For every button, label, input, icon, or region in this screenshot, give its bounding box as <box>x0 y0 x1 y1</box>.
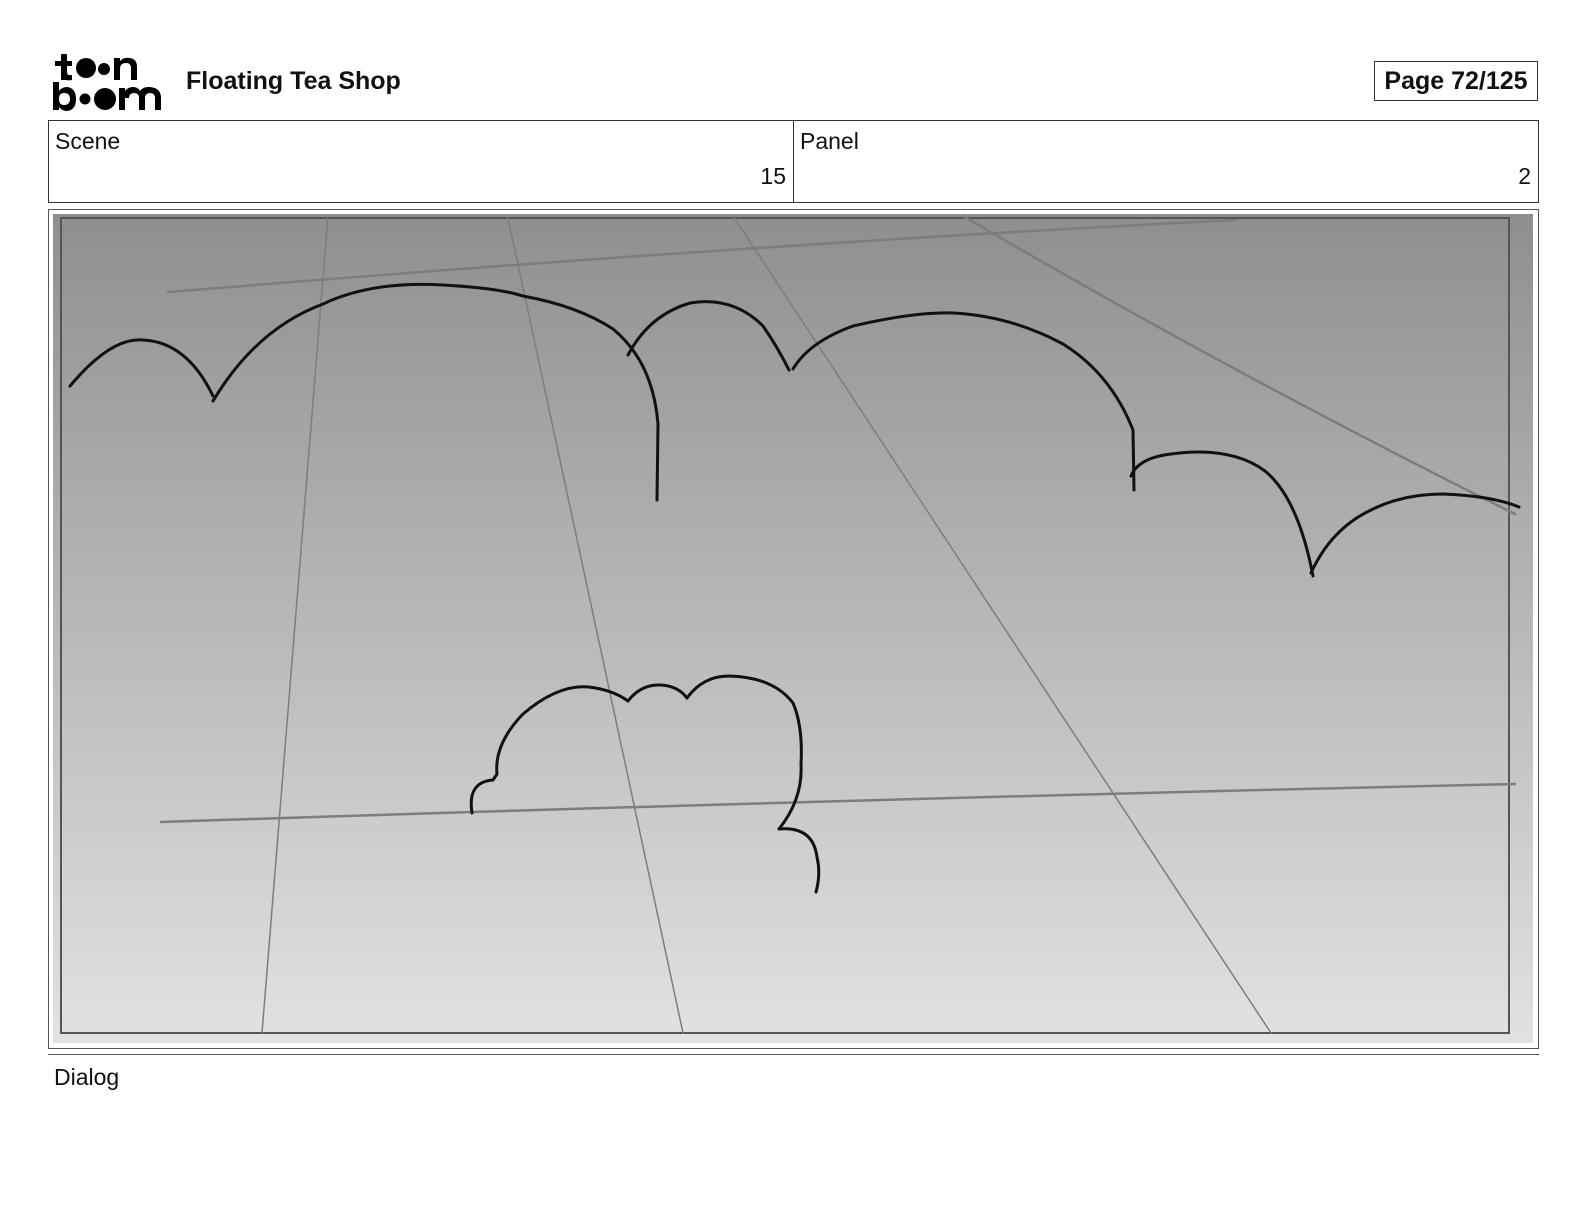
panel-background <box>53 214 1533 1043</box>
dialog-label: Dialog <box>54 1064 120 1090</box>
dialog-divider <box>48 1054 1539 1055</box>
project-title: Floating Tea Shop <box>186 67 401 95</box>
panel-cell: Panel 2 <box>793 121 1538 202</box>
scene-cell: Scene 15 <box>49 121 793 202</box>
toonboom-logo-icon <box>53 54 161 111</box>
scene-panel-info: Scene 15 Panel 2 <box>48 120 1539 203</box>
page-indicator: Page 72/125 <box>1374 61 1538 101</box>
scene-number: 15 <box>760 163 786 189</box>
storyboard-panel <box>48 209 1539 1049</box>
panel-number: 2 <box>1518 163 1531 189</box>
panel-label: Panel <box>800 128 859 154</box>
panel-sketch <box>53 214 1533 1043</box>
scene-label: Scene <box>55 128 121 154</box>
